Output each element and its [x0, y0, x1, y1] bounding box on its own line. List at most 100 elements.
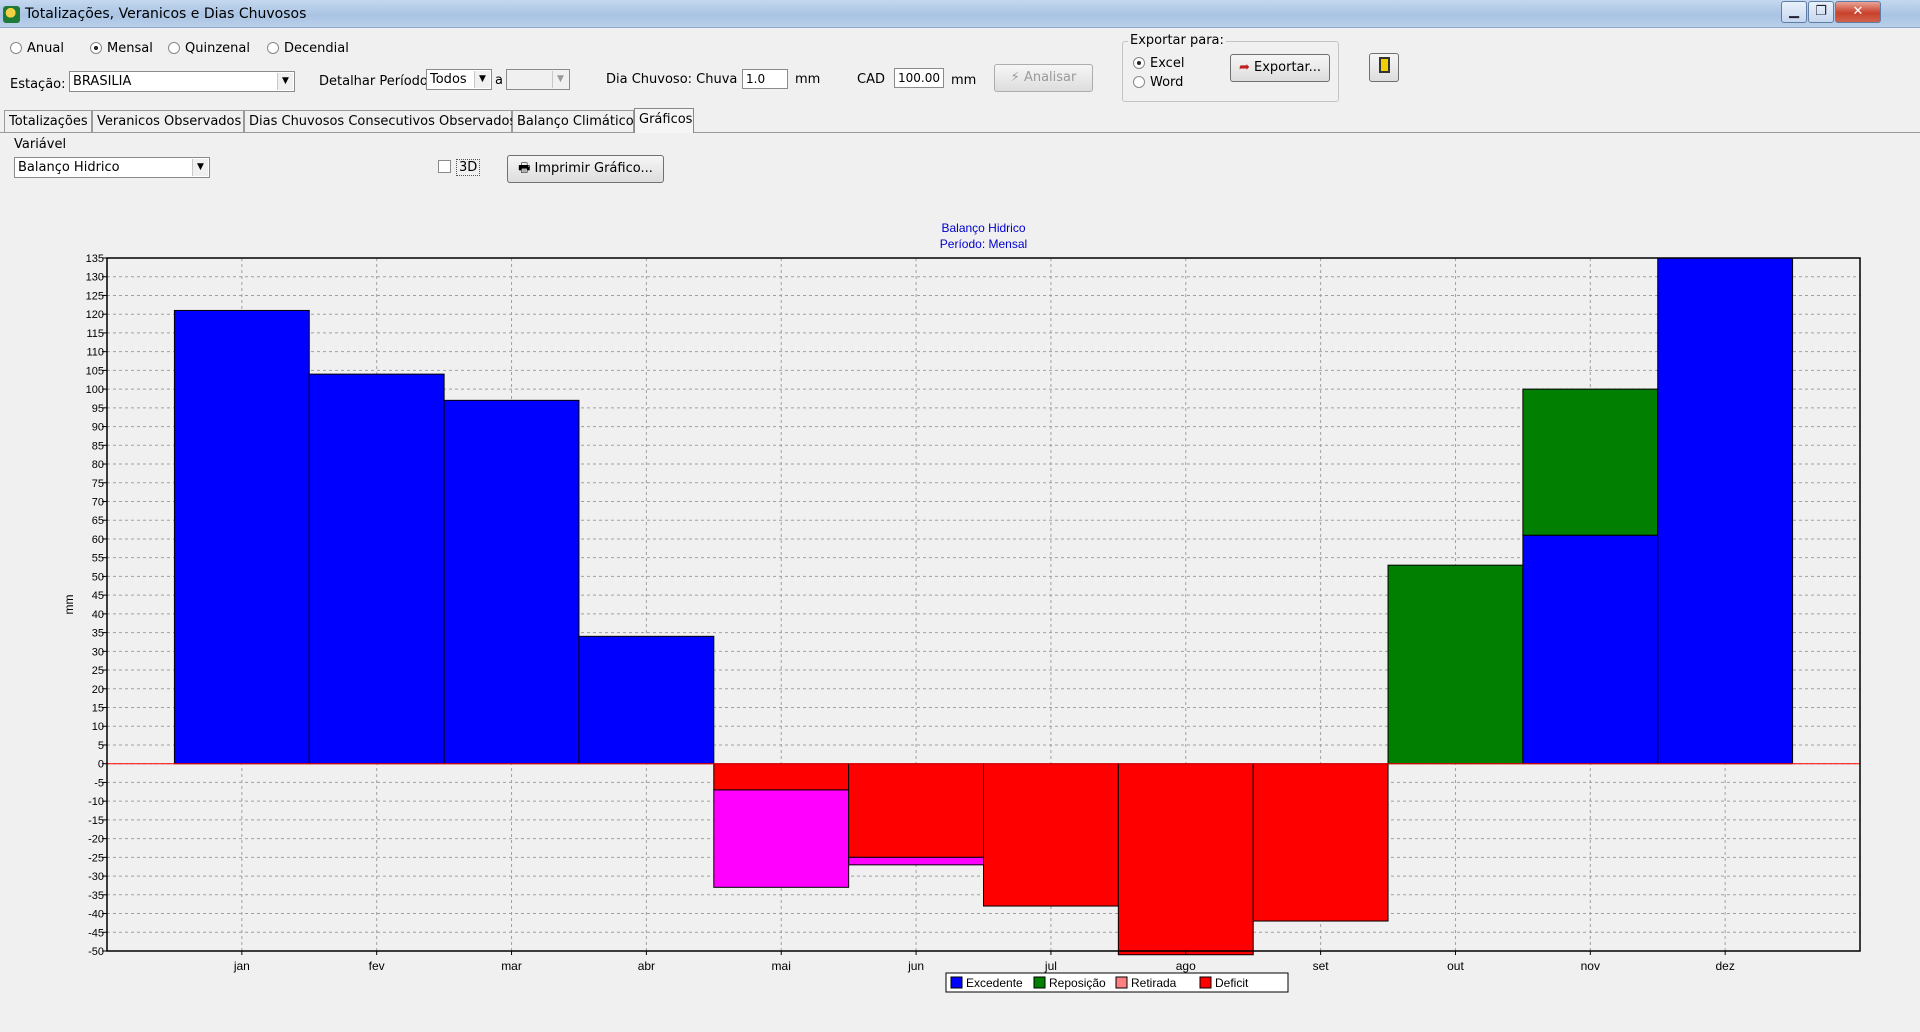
y-tick-label: 120: [86, 309, 104, 321]
station-select[interactable]: BRASILIA ▼: [69, 71, 295, 92]
y-tick-label: 25: [92, 665, 104, 677]
y-tick-label: -25: [88, 852, 104, 864]
radio-label: Quinzenal: [185, 41, 250, 56]
chart-bars: [173, 257, 1794, 956]
chevron-down-icon: ▼: [474, 71, 490, 88]
radio-icon: [267, 42, 279, 54]
y-tick-label: 60: [92, 534, 104, 546]
cad-unit: mm: [951, 73, 977, 88]
export-arrow-icon: ➦: [1238, 60, 1250, 75]
y-tick-label: 30: [92, 646, 104, 658]
legend-swatch: [1115, 976, 1128, 989]
cad-label: CAD: [857, 72, 885, 87]
analyze-button[interactable]: ⚡ Analisar: [994, 64, 1093, 92]
bar-retirada-jun: [848, 856, 985, 866]
print-chart-label: Imprimir Gráfico...: [534, 161, 653, 176]
y-tick-label: 95: [92, 403, 104, 415]
bar-excedente-abr: [578, 635, 715, 765]
x-tick-label: jul: [1044, 959, 1057, 973]
bar-reposio-nov: [1522, 388, 1659, 536]
period-radio-quinzenal[interactable]: Quinzenal: [168, 41, 250, 56]
close-button[interactable]: ✕: [1835, 1, 1881, 23]
y-tick-label: 20: [92, 684, 104, 696]
period-radio-mensal[interactable]: Mensal: [90, 41, 153, 56]
x-tick-label: jan: [233, 959, 250, 973]
y-tick-label: 125: [86, 290, 104, 302]
x-tick-label: mai: [772, 959, 791, 973]
tab-dias-chuvosos[interactable]: Dias Chuvosos Consecutivos Observados: [244, 110, 516, 132]
y-tick-label: -35: [88, 890, 104, 902]
station-label: Estação:: [10, 77, 66, 92]
y-tick-label: -45: [88, 927, 104, 939]
tab-strip-line: [0, 132, 1920, 133]
radio-label: Anual: [27, 41, 64, 56]
y-tick-label: 70: [92, 496, 104, 508]
chevron-down-icon: ▼: [192, 159, 208, 176]
chevron-down-icon: ▼: [552, 71, 568, 88]
restore-button[interactable]: ❐: [1808, 1, 1834, 23]
detail-from-value: Todos: [430, 72, 467, 87]
x-tick-label: ago: [1176, 959, 1196, 973]
x-tick-label: dez: [1715, 959, 1734, 973]
radio-icon: [10, 42, 22, 54]
water-balance-chart: Balanço Hidrico Período: Mensal -50-45-4…: [62, 221, 1861, 993]
y-axis-label: mm: [62, 595, 76, 615]
variable-select[interactable]: Balanço Hidrico ▼: [14, 157, 210, 178]
period-radio-anual[interactable]: Anual: [10, 41, 64, 56]
export-label: Exportar...: [1253, 60, 1322, 75]
rainy-day-input[interactable]: 1.0: [742, 69, 788, 89]
y-tick-label: 65: [92, 515, 104, 527]
bar-excedente-mar: [443, 399, 580, 765]
cad-input[interactable]: 100.00: [894, 68, 944, 88]
y-tick-label: 55: [92, 553, 104, 565]
y-tick-label: 45: [92, 590, 104, 602]
printer-icon: 🖶: [518, 161, 531, 176]
tab-balanco-climatico[interactable]: Balanço Climático: [512, 110, 634, 132]
radio-label: Word: [1150, 75, 1184, 90]
export-button[interactable]: ➦ Exportar...: [1230, 54, 1330, 82]
y-tick-label: 100: [86, 384, 104, 396]
print-chart-button[interactable]: 🖶 Imprimir Gráfico...: [507, 155, 664, 183]
y-tick-label: 50: [92, 571, 104, 583]
bar-excedente-dez: [1657, 257, 1794, 765]
detail-to-select[interactable]: ▼: [506, 69, 570, 90]
y-tick-label: 90: [92, 422, 104, 434]
tab-graficos[interactable]: Gráficos: [634, 108, 694, 133]
exit-button[interactable]: [1369, 53, 1399, 82]
three-d-label: 3D: [456, 159, 481, 176]
minimize-button[interactable]: ▁: [1781, 1, 1807, 23]
tab-veranicos[interactable]: Veranicos Observados: [92, 110, 244, 132]
x-tick-label: jun: [907, 959, 924, 973]
three-d-checkbox[interactable]: [438, 160, 451, 173]
period-radio-decendial[interactable]: Decendial: [267, 41, 349, 56]
y-tick-label: 105: [86, 365, 104, 377]
y-tick-label: 10: [92, 721, 104, 733]
legend-label: Reposição: [1049, 976, 1106, 990]
legend-swatch: [950, 976, 963, 989]
bar-reposio-out: [1387, 564, 1524, 765]
detail-period-label: Detalhar Período: [319, 74, 428, 89]
window-title: Totalizações, Veranicos e Dias Chuvosos: [25, 6, 307, 22]
x-tick-label: set: [1313, 959, 1330, 973]
y-tick-label: 5: [98, 740, 104, 752]
y-tick-label: -10: [88, 796, 104, 808]
x-tick-label: out: [1447, 959, 1464, 973]
y-tick-label: 40: [92, 609, 104, 621]
radio-label: Decendial: [284, 41, 349, 56]
export-radio-word[interactable]: Word: [1133, 75, 1183, 90]
bar-deficit-jun: [848, 763, 985, 858]
bar-excedente-fev: [308, 373, 445, 765]
legend-label: Deficit: [1215, 976, 1249, 990]
tab-totalizacoes[interactable]: Totalizações: [4, 110, 92, 132]
radio-icon: [1133, 76, 1145, 88]
export-radio-excel[interactable]: Excel: [1133, 56, 1184, 71]
bar-retirada-mai: [713, 789, 850, 888]
chart-grid: [107, 257, 1860, 952]
x-tick-label: mar: [501, 959, 522, 973]
y-tick-label: 75: [92, 478, 104, 490]
radio-icon: [168, 42, 180, 54]
detail-from-select[interactable]: Todos ▼: [426, 69, 492, 90]
station-value: BRASILIA: [73, 74, 132, 89]
legend-swatch: [1199, 976, 1212, 989]
x-tick-label: nov: [1581, 959, 1600, 973]
